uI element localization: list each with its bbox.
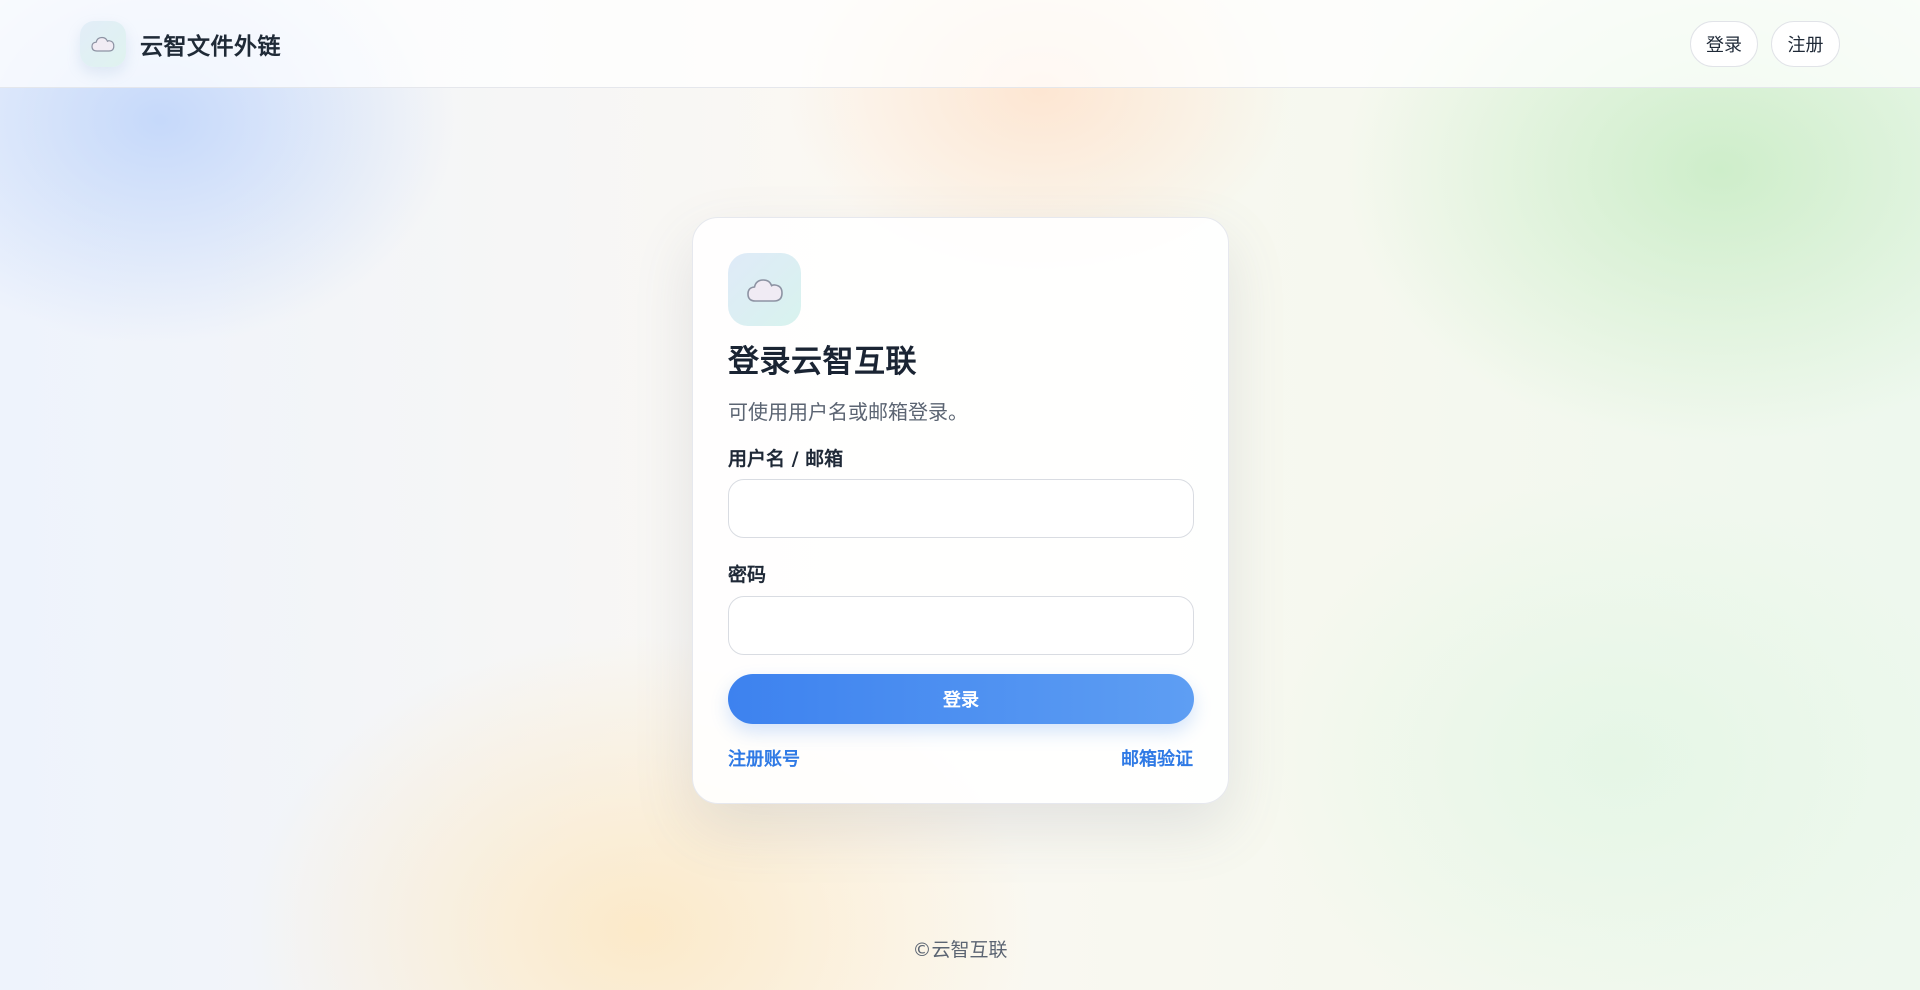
nav-register-button[interactable]: 注册 — [1771, 21, 1840, 67]
login-submit-button[interactable]: 登录 — [728, 674, 1194, 724]
login-card: 登录云智互联 可使用用户名或邮箱登录。 用户名 / 邮箱 密码 登录 注册账号 … — [692, 217, 1229, 804]
cloud-icon — [746, 278, 783, 302]
brand-logo — [80, 21, 126, 67]
login-subtitle: 可使用用户名或邮箱登录。 — [728, 400, 968, 424]
password-label: 密码 — [728, 564, 767, 586]
login-title: 登录云智互联 — [728, 344, 917, 380]
card-logo — [728, 253, 801, 326]
password-input[interactable] — [728, 596, 1194, 655]
footer-copyright: ©云智互联 — [912, 939, 1008, 961]
brand-name: 云智文件外链 — [140, 34, 281, 60]
cloud-icon — [91, 36, 115, 52]
top-bar: 云智文件外链 登录 注册 — [0, 0, 1920, 88]
register-account-link[interactable]: 注册账号 — [728, 745, 800, 771]
nav-login-button[interactable]: 登录 — [1690, 21, 1758, 67]
username-input[interactable] — [728, 479, 1194, 538]
brand[interactable]: 云智文件外链 — [80, 21, 281, 67]
email-verify-link[interactable]: 邮箱验证 — [1121, 745, 1193, 771]
username-label: 用户名 / 邮箱 — [728, 448, 844, 470]
